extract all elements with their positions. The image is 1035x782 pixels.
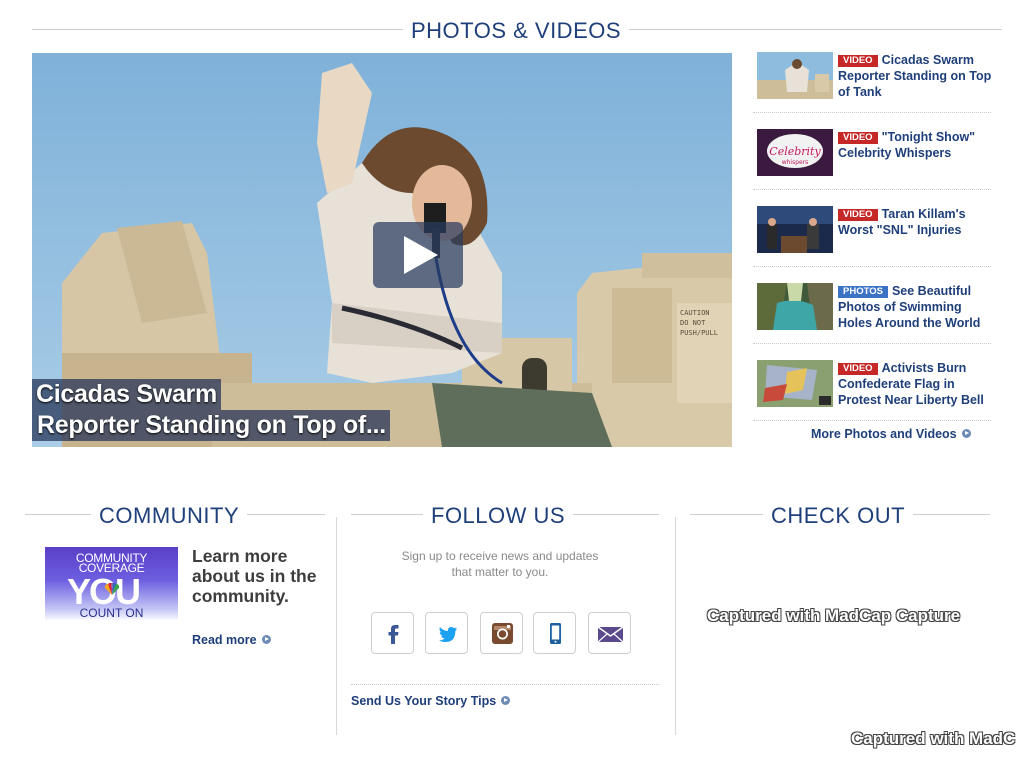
video-tag: VIDEO — [838, 209, 878, 221]
video-tag: VIDEO — [838, 132, 878, 144]
news-item-text: VIDEO "Tonight Show" Celebrity Whispers — [838, 129, 993, 161]
community-read-more-link[interactable]: Read more — [192, 633, 271, 647]
logo-line-4: COUNT ON — [79, 606, 144, 620]
photos-videos-header: PHOTOS & VIDEOS — [32, 18, 1002, 44]
capture-watermark: Captured with MadCap Capture — [707, 606, 961, 625]
thumbnail-late-night-set[interactable] — [757, 206, 833, 253]
thumbnail-celebrity-whispers[interactable]: Celebrity whispers — [757, 129, 833, 176]
video-tag: VIDEO — [838, 55, 878, 67]
page: PHOTOS & VIDEOS CAUTION DO NOT PUSH/PULL… — [0, 0, 1035, 782]
item-separator — [753, 343, 991, 344]
svg-text:DO NOT: DO NOT — [680, 319, 706, 327]
more-photos-videos-link[interactable]: More Photos and Videos — [811, 427, 971, 441]
check-out-header: CHECK OUT — [690, 503, 990, 529]
community-coverage-logo[interactable]: COMMUNITY COVERAGE YOU COUNT ON — [45, 547, 178, 621]
twitter-icon — [439, 627, 457, 642]
hero-caption-line-1-wrap: Cicadas Swarm — [32, 379, 221, 410]
news-item[interactable]: VIDEO Activists Burn Confederate Flag in … — [753, 360, 993, 437]
svg-text:Celebrity: Celebrity — [769, 145, 821, 158]
news-item[interactable]: PHOTOS See Beautiful Photos of Swimming H… — [753, 283, 993, 360]
item-separator — [753, 420, 991, 421]
photos-tag: PHOTOS — [838, 286, 888, 298]
capture-watermark: Captured with MadC — [851, 729, 1016, 748]
news-item[interactable]: Celebrity whispers VIDEO "Tonight Show" C… — [753, 129, 993, 206]
svg-text:whispers: whispers — [782, 159, 809, 166]
column-divider — [336, 517, 337, 735]
arrow-right-icon — [961, 429, 971, 438]
more-photos-videos-label: More Photos and Videos — [811, 427, 957, 441]
news-item-text: PHOTOS See Beautiful Photos of Swimming H… — [838, 283, 993, 331]
item-separator — [753, 266, 991, 267]
news-item-text: VIDEO Cicadas Swarm Reporter Standing on … — [838, 52, 993, 100]
svg-text:PUSH/PULL: PUSH/PULL — [680, 329, 718, 337]
mobile-button[interactable] — [533, 612, 576, 654]
read-more-label: Read more — [192, 633, 257, 647]
check-out-title: CHECK OUT — [763, 503, 914, 529]
mobile-icon — [550, 623, 561, 644]
hero-video[interactable]: CAUTION DO NOT PUSH/PULL Cicadas Swarm R… — [32, 53, 732, 447]
thumbnail-flag-protest[interactable] — [757, 360, 833, 407]
play-button[interactable] — [373, 222, 463, 288]
hero-caption-line-1[interactable]: Cicadas Swarm — [32, 379, 221, 410]
twitter-button[interactable] — [425, 612, 468, 654]
arrow-right-icon — [261, 635, 271, 644]
community-title: COMMUNITY — [91, 503, 248, 529]
video-tag: VIDEO — [838, 363, 878, 375]
community-header: COMMUNITY — [25, 503, 325, 529]
follow-us-header: FOLLOW US — [351, 503, 659, 529]
follow-us-separator — [351, 684, 659, 685]
hero-caption-line-2[interactable]: Reporter Standing on Top of... — [32, 410, 390, 441]
column-divider — [675, 517, 676, 735]
email-button[interactable] — [588, 612, 631, 654]
item-separator — [753, 189, 991, 190]
nbc-peacock-icon — [104, 583, 120, 595]
facebook-button[interactable] — [371, 612, 414, 654]
hero-caption-line-2-wrap: Reporter Standing on Top of... — [32, 410, 390, 441]
photos-videos-title: PHOTOS & VIDEOS — [403, 18, 630, 44]
story-tips-label: Send Us Your Story Tips — [351, 694, 497, 708]
story-tips-link[interactable]: Send Us Your Story Tips — [351, 694, 511, 708]
news-item-text: VIDEO Activists Burn Confederate Flag in … — [838, 360, 993, 408]
community-description: Learn more about us in the community. — [192, 546, 317, 606]
instagram-button[interactable] — [480, 612, 523, 654]
instagram-icon — [492, 623, 513, 644]
facebook-icon — [388, 625, 399, 644]
thumbnail-swimming-hole[interactable] — [757, 283, 833, 330]
item-separator — [753, 112, 991, 113]
email-icon — [597, 626, 624, 643]
svg-text:CAUTION: CAUTION — [680, 309, 710, 317]
follow-us-title: FOLLOW US — [423, 503, 574, 529]
arrow-right-icon — [501, 696, 511, 705]
news-item-text: VIDEO Taran Killam's Worst "SNL" Injuries — [838, 206, 993, 238]
news-item[interactable]: VIDEO Cicadas Swarm Reporter Standing on … — [753, 52, 993, 129]
thumbnail-reporter-on-tank[interactable] — [757, 52, 833, 99]
news-item[interactable]: VIDEO Taran Killam's Worst "SNL" Injuries — [753, 206, 993, 283]
follow-us-description: Sign up to receive news and updates that… — [401, 549, 599, 579]
